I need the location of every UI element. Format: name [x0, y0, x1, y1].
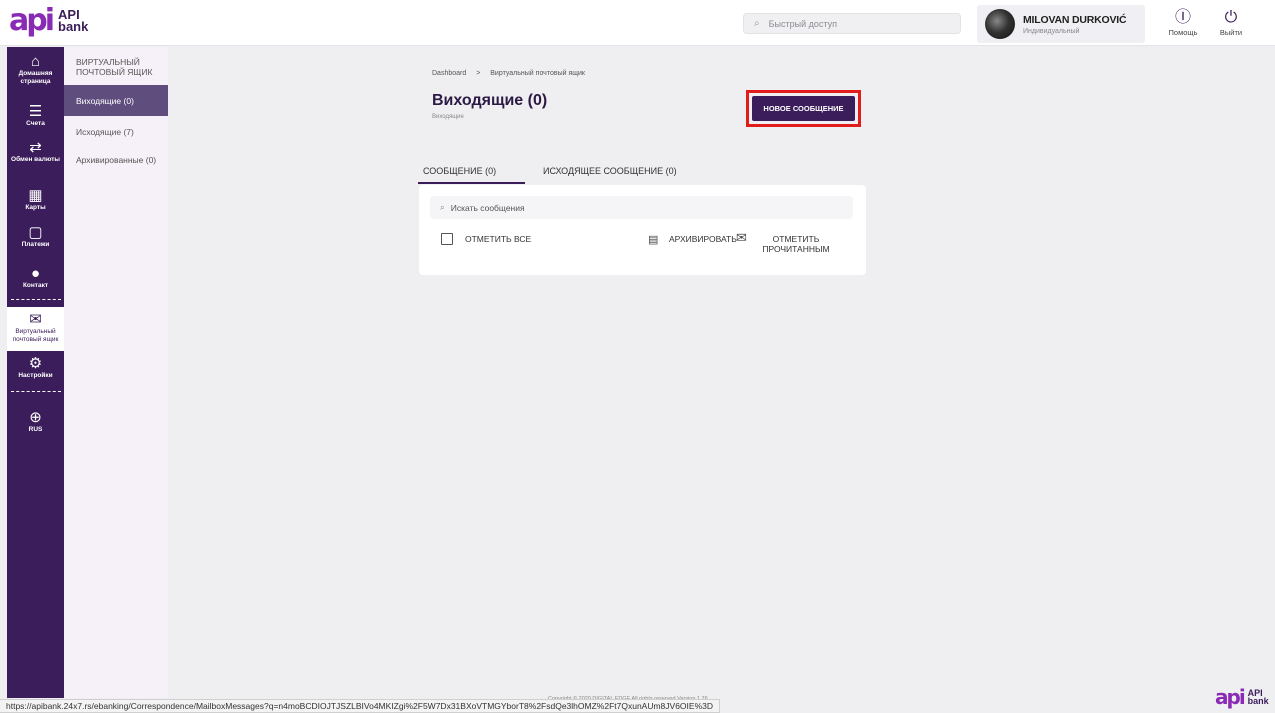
nav-virtual-mailbox[interactable]: ✉ Виртуальный почтовый ящик	[7, 307, 64, 351]
nav-contact[interactable]: ● Контакт	[7, 265, 64, 290]
page-subtitle: Виходящие	[432, 114, 464, 120]
help-icon: Ⓘ	[1174, 9, 1191, 26]
nav-accounts-label: Счета	[26, 120, 45, 127]
user-role: Индивидуальный	[1023, 27, 1080, 35]
mail-open-icon[interactable]: ✉	[736, 230, 747, 246]
footer-logo-line2: bank	[1247, 696, 1269, 706]
main-nav-rail: ⌂ Домашняя страница ☰ Счета ⇄ Обмен валю…	[7, 47, 64, 698]
top-header: api API bank ⌕ Быстрый доступ MILOVAN DU…	[0, 0, 1275, 46]
user-info: MILOVAN DURKOVIĆ Индивидуальный	[1023, 13, 1127, 35]
nav-accounts[interactable]: ☰ Счета	[7, 103, 64, 128]
logo-line2: bank	[58, 19, 89, 34]
select-all-checkbox[interactable]	[441, 233, 453, 245]
message-search-input[interactable]: ⌕ Искать сообщения	[430, 196, 853, 219]
wallet-icon: ▢	[28, 224, 43, 241]
nav-exchange-label: Обмен валюты	[11, 156, 60, 163]
help-button[interactable]: Ⓘ Помощь	[1164, 8, 1202, 37]
user-name: MILOVAN DURKOVIĆ	[1023, 13, 1127, 26]
list-icon: ☰	[28, 103, 43, 120]
tab-messages[interactable]: СООБЩЕНИЕ (0)	[418, 160, 525, 184]
nav-language-label: RUS	[28, 426, 43, 433]
nav-cards-label: Карты	[25, 204, 46, 211]
quick-access-search[interactable]: ⌕ Быстрый доступ	[743, 13, 961, 34]
api-bank-logo[interactable]: api API bank	[9, 6, 88, 36]
contact-icon: ●	[30, 265, 41, 282]
nav-settings[interactable]: ⚙ Настройки	[7, 355, 64, 380]
mail-icon: ✉	[29, 311, 42, 328]
breadcrumb-current: Виртуальный почтовый ящик	[490, 70, 585, 77]
message-search-placeholder: Искать сообщения	[450, 202, 525, 213]
nav-divider	[11, 299, 61, 300]
logo-mark: api	[9, 3, 55, 38]
nav-payments-label: Платежи	[21, 241, 50, 248]
footer-logo-text: API bank	[1247, 689, 1269, 706]
exchange-icon: ⇄	[29, 139, 42, 156]
logout-button[interactable]: ⏻ Выйти	[1212, 8, 1250, 37]
new-message-button[interactable]: НОВОЕ СООБЩЕНИЕ	[752, 96, 855, 121]
messages-card: ⌕ Искать сообщения ОТМЕТИТЬ ВСЕ ▤ АРХИВИ…	[419, 185, 866, 275]
nav-exchange[interactable]: ⇄ Обмен валюты	[7, 139, 64, 164]
nav-contact-label: Контакт	[22, 282, 49, 289]
globe-icon: ⊕	[29, 409, 42, 426]
nav-language[interactable]: ⊕ RUS	[7, 409, 64, 434]
card-icon: ▦	[28, 187, 43, 204]
search-icon: ⌕	[440, 202, 445, 212]
quick-access-placeholder: Быстрый доступ	[768, 18, 837, 29]
logout-label: Выйти	[1219, 28, 1243, 37]
subnav-archived[interactable]: Архивированные (0)	[64, 155, 160, 186]
breadcrumb-separator: >	[476, 70, 481, 77]
highlight-box: НОВОЕ СООБЩЕНИЕ	[746, 90, 861, 127]
breadcrumb-dashboard[interactable]: Dashboard	[432, 70, 466, 77]
help-label: Помощь	[1168, 28, 1198, 37]
nav-home-label: Домашняя страница	[18, 70, 53, 85]
logo-text: API bank	[58, 8, 89, 34]
nav-cards[interactable]: ▦ Карты	[7, 187, 64, 212]
nav-mailbox-label: Виртуальный почтовый ящик	[12, 328, 59, 343]
mark-read-button[interactable]: ОТМЕТИТЬ ПРОЧИТАННЫМ	[756, 234, 836, 254]
search-icon: ⌕	[754, 18, 760, 29]
select-all-label[interactable]: ОТМЕТИТЬ ВСЕ	[465, 234, 531, 244]
nav-divider	[11, 391, 61, 392]
mailbox-subnav: ВИРТУАЛЬНЫЙ ПОЧТОВЫЙ ЯЩИК Виходящие (0) …	[64, 47, 168, 698]
nav-home[interactable]: ⌂ Домашняя страница	[7, 53, 64, 86]
home-icon: ⌂	[30, 53, 41, 70]
page-title: Виходящие (0)	[432, 92, 548, 109]
user-profile[interactable]: MILOVAN DURKOVIĆ Индивидуальный	[977, 5, 1145, 43]
nav-payments[interactable]: ▢ Платежи	[7, 224, 64, 249]
subnav-inbox[interactable]: Виходящие (0)	[64, 85, 168, 116]
gear-icon: ⚙	[28, 355, 43, 372]
archive-icon[interactable]: ▤	[648, 233, 658, 246]
mailbox-heading: ВИРТУАЛЬНЫЙ ПОЧТОВЫЙ ЯЩИК	[76, 57, 153, 77]
footer-logo: api API bank	[1215, 687, 1269, 707]
footer-logo-mark: api	[1215, 685, 1246, 709]
avatar	[985, 9, 1015, 39]
browser-status-url: https://apibank.24x7.rs/ebanking/Corresp…	[0, 699, 720, 713]
tab-outgoing-messages[interactable]: ИСХОДЯЩЕЕ СООБЩЕНИЕ (0)	[543, 160, 677, 184]
archive-button[interactable]: АРХИВИРОВАТЬ	[669, 234, 737, 244]
breadcrumb: Dashboard > Виртуальный почтовый ящик	[432, 70, 585, 77]
nav-settings-label: Настройки	[18, 372, 53, 379]
power-icon: ⏻	[1224, 9, 1238, 26]
subnav-outbox[interactable]: Исходящие (7)	[64, 116, 168, 147]
